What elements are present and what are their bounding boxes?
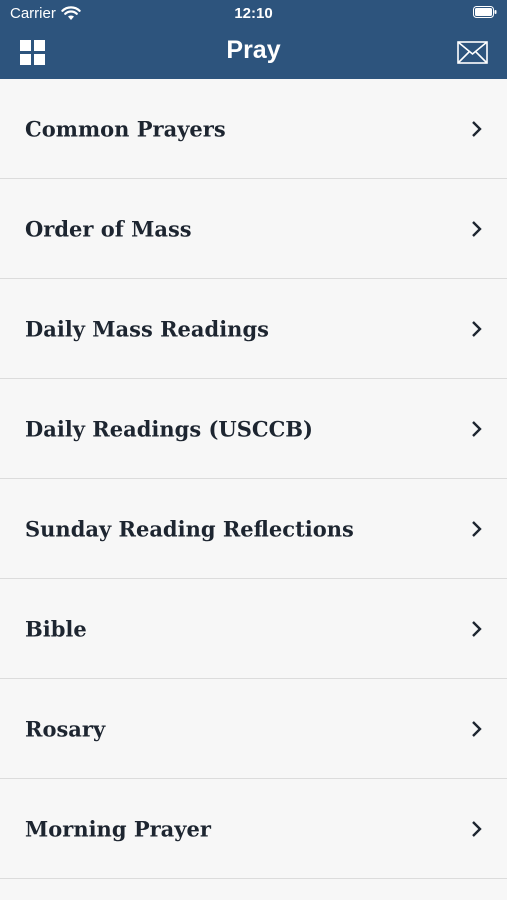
chevron-right-icon	[472, 120, 482, 137]
battery-icon	[473, 6, 497, 18]
list-item-label: Bible	[25, 616, 87, 641]
list-item-common-prayers[interactable]: Common Prayers	[0, 79, 507, 179]
list-item-label: Daily Mass Readings	[25, 316, 269, 341]
list-item-label: Rosary	[25, 716, 106, 741]
navigation-bar: Pray	[0, 28, 507, 79]
list-item-label: Order of Mass	[25, 216, 192, 241]
prayer-menu-list: Common Prayers Order of Mass Daily Mass …	[0, 79, 507, 879]
chevron-right-icon	[472, 820, 482, 837]
chevron-right-icon	[472, 420, 482, 437]
list-item-daily-readings-usccb[interactable]: Daily Readings (USCCB)	[0, 379, 507, 479]
page-title: Pray	[226, 36, 281, 64]
list-item-label: Morning Prayer	[25, 816, 211, 841]
list-item-label: Common Prayers	[25, 116, 226, 141]
status-bar: Carrier 12:10	[0, 0, 507, 28]
mail-icon[interactable]	[457, 41, 488, 64]
list-item-daily-mass-readings[interactable]: Daily Mass Readings	[0, 279, 507, 379]
list-item-sunday-reading-reflections[interactable]: Sunday Reading Reflections	[0, 479, 507, 579]
list-item-label: Daily Readings (USCCB)	[25, 416, 313, 441]
header: Carrier 12:10 Pray	[0, 0, 507, 79]
list-item-label: Sunday Reading Reflections	[25, 516, 354, 541]
chevron-right-icon	[472, 320, 482, 337]
list-item-rosary[interactable]: Rosary	[0, 679, 507, 779]
chevron-right-icon	[472, 720, 482, 737]
list-item-bible[interactable]: Bible	[0, 579, 507, 679]
chevron-right-icon	[472, 620, 482, 637]
list-item-morning-prayer[interactable]: Morning Prayer	[0, 779, 507, 879]
list-item-order-of-mass[interactable]: Order of Mass	[0, 179, 507, 279]
chevron-right-icon	[472, 220, 482, 237]
chevron-right-icon	[472, 520, 482, 537]
clock: 12:10	[234, 5, 273, 22]
